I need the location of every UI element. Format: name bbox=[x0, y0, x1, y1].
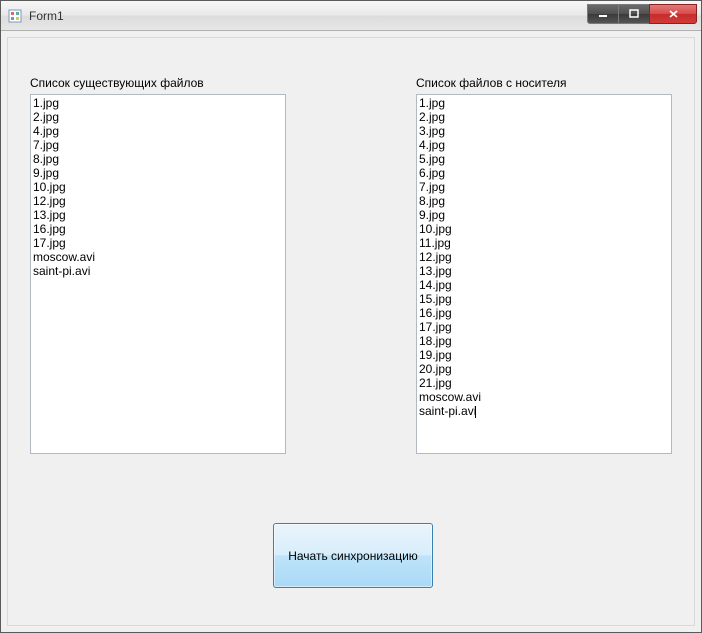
maximize-button[interactable] bbox=[618, 4, 650, 24]
list-item[interactable]: 20.jpg bbox=[419, 362, 669, 376]
list-item[interactable]: 9.jpg bbox=[419, 208, 669, 222]
list-item[interactable]: 10.jpg bbox=[33, 180, 283, 194]
minimize-button[interactable] bbox=[587, 4, 619, 24]
list-item[interactable]: 7.jpg bbox=[33, 138, 283, 152]
list-item[interactable]: 10.jpg bbox=[419, 222, 669, 236]
list-item[interactable]: moscow.avi bbox=[33, 250, 283, 264]
list-item[interactable]: 2.jpg bbox=[419, 110, 669, 124]
list-item[interactable]: saint-pi.avi bbox=[33, 264, 283, 278]
list-item[interactable]: moscow.avi bbox=[419, 390, 669, 404]
source-files-listbox[interactable]: 1.jpg2.jpg3.jpg4.jpg5.jpg6.jpg7.jpg8.jpg… bbox=[416, 94, 672, 454]
list-item[interactable]: 8.jpg bbox=[33, 152, 283, 166]
list-item[interactable]: 16.jpg bbox=[33, 222, 283, 236]
list-item[interactable]: 2.jpg bbox=[33, 110, 283, 124]
list-item[interactable]: 17.jpg bbox=[33, 236, 283, 250]
app-icon bbox=[7, 8, 23, 24]
titlebar[interactable]: Form1 bbox=[1, 1, 701, 31]
list-item[interactable]: 16.jpg bbox=[419, 306, 669, 320]
start-sync-button[interactable]: Начать синхронизацию bbox=[273, 523, 433, 588]
list-item[interactable]: 13.jpg bbox=[419, 264, 669, 278]
list-item[interactable]: 4.jpg bbox=[419, 138, 669, 152]
window-controls bbox=[588, 4, 697, 24]
list-item[interactable]: 14.jpg bbox=[419, 278, 669, 292]
list-item[interactable]: 4.jpg bbox=[33, 124, 283, 138]
list-item[interactable]: 8.jpg bbox=[419, 194, 669, 208]
list-item[interactable]: 12.jpg bbox=[33, 194, 283, 208]
list-item[interactable]: 1.jpg bbox=[33, 96, 283, 110]
list-item[interactable]: 11.jpg bbox=[419, 236, 669, 250]
list-item[interactable]: 18.jpg bbox=[419, 334, 669, 348]
main-panel: Список существующих файлов Список файлов… bbox=[7, 37, 695, 626]
list-item[interactable]: 13.jpg bbox=[33, 208, 283, 222]
list-item[interactable]: 9.jpg bbox=[33, 166, 283, 180]
list-item[interactable]: 6.jpg bbox=[419, 166, 669, 180]
source-files-label: Список файлов с носителя bbox=[416, 76, 567, 90]
list-item[interactable]: 17.jpg bbox=[419, 320, 669, 334]
client-area: Список существующих файлов Список файлов… bbox=[1, 31, 701, 632]
list-item[interactable]: 19.jpg bbox=[419, 348, 669, 362]
list-item[interactable]: 1.jpg bbox=[419, 96, 669, 110]
list-item[interactable]: 3.jpg bbox=[419, 124, 669, 138]
close-button[interactable] bbox=[649, 4, 697, 24]
text-caret bbox=[475, 406, 476, 418]
list-item[interactable]: 15.jpg bbox=[419, 292, 669, 306]
window-title: Form1 bbox=[29, 9, 588, 23]
app-window: Form1 Список существующих файлов Список … bbox=[0, 0, 702, 633]
existing-files-label: Список существующих файлов bbox=[30, 76, 204, 90]
list-item[interactable]: 12.jpg bbox=[419, 250, 669, 264]
list-item[interactable]: 5.jpg bbox=[419, 152, 669, 166]
list-item[interactable]: saint-pi.avi bbox=[419, 404, 476, 418]
existing-files-listbox[interactable]: 1.jpg2.jpg4.jpg7.jpg8.jpg9.jpg10.jpg12.j… bbox=[30, 94, 286, 454]
list-item[interactable]: 7.jpg bbox=[419, 180, 669, 194]
list-item[interactable]: 21.jpg bbox=[419, 376, 669, 390]
